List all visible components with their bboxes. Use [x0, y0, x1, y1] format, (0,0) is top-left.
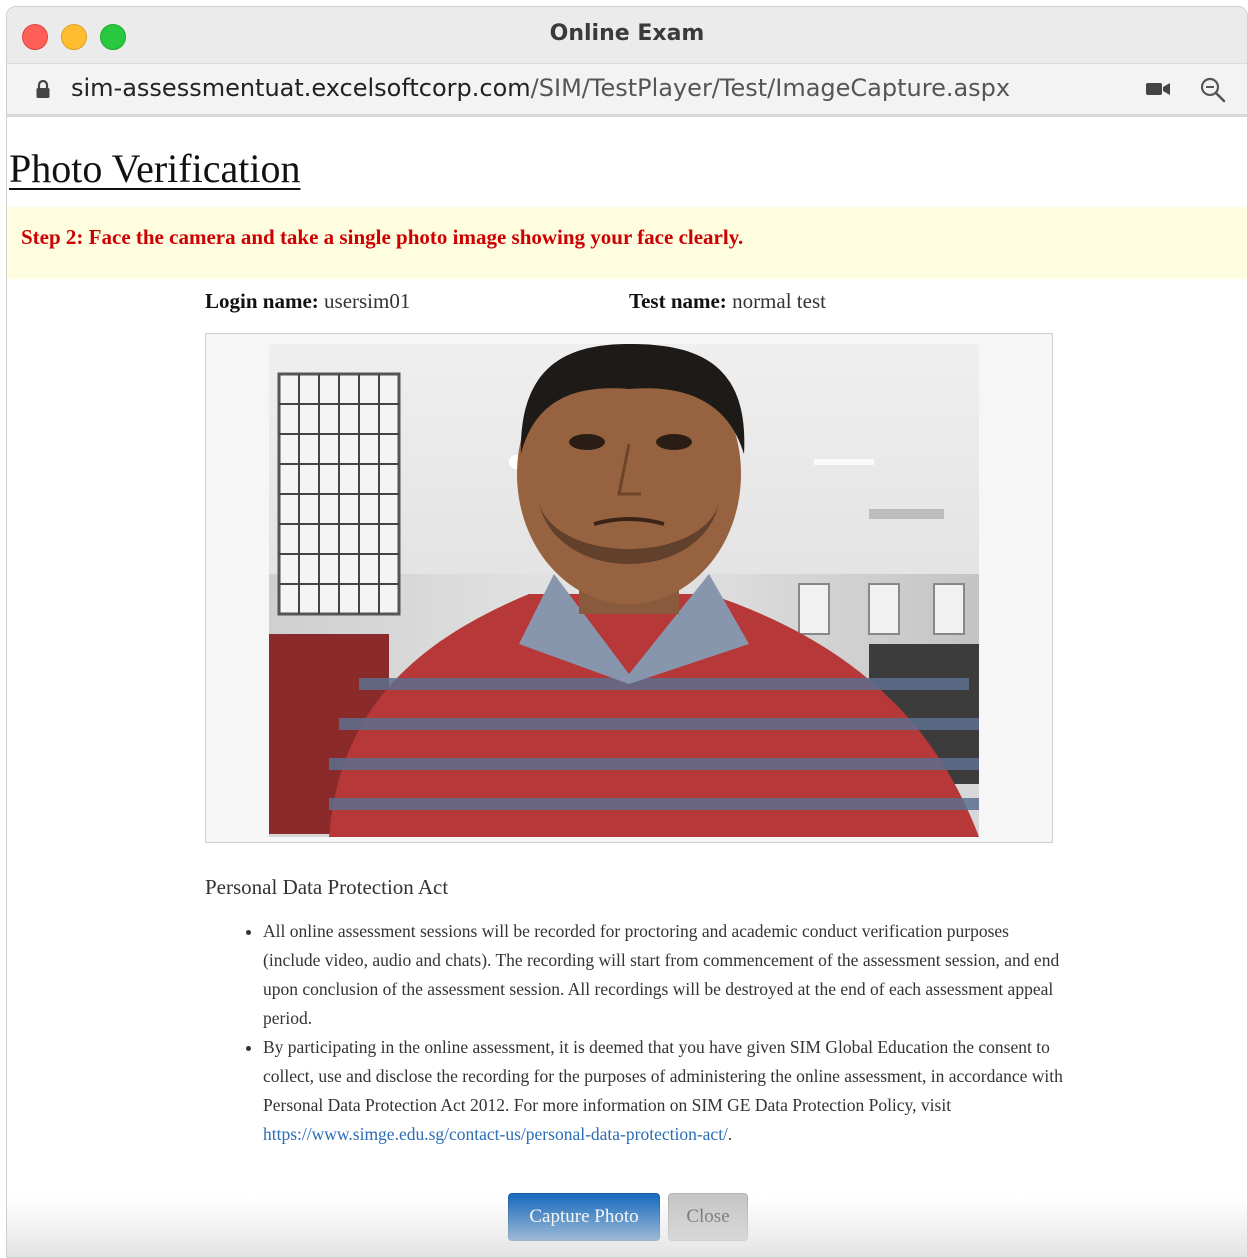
- page-title: Photo Verification: [9, 146, 301, 191]
- login-name: Login name: usersim01: [205, 289, 410, 314]
- url-host: sim-assessmentuat.excelsoftcorp.com: [71, 74, 531, 102]
- close-button[interactable]: Close: [668, 1193, 748, 1241]
- login-label: Login name:: [205, 289, 319, 313]
- video-camera-icon[interactable]: [1145, 80, 1171, 98]
- capture-photo-button[interactable]: Capture Photo: [508, 1193, 660, 1241]
- step-instruction: Step 2: Face the camera and take a singl…: [21, 225, 744, 249]
- lock-icon: [36, 79, 50, 98]
- pdpa-bullet-consent: By participating in the online assessmen…: [263, 1033, 1063, 1149]
- url-path: /SIM/TestPlayer/Test/ImageCapture.aspx: [530, 74, 1011, 102]
- step-banner: Step 2: Face the camera and take a singl…: [7, 207, 1247, 279]
- pdpa-bullet-recording: All online assessment sessions will be r…: [263, 917, 1063, 1033]
- pdpa-bullet-consent-text: By participating in the online assessmen…: [263, 1037, 1063, 1115]
- pdpa-bullet-list: All online assessment sessions will be r…: [239, 917, 1063, 1149]
- test-name: Test name: normal test: [629, 289, 826, 314]
- url-text[interactable]: sim-assessmentuat.excelsoftcorp.com/SIM/…: [71, 74, 1010, 102]
- webcam-preview: [269, 344, 979, 837]
- zoom-icon[interactable]: [1199, 76, 1227, 104]
- address-bar: sim-assessmentuat.excelsoftcorp.com/SIM/…: [7, 64, 1247, 117]
- title-bar: Online Exam: [7, 7, 1247, 64]
- pdpa-title: Personal Data Protection Act: [205, 875, 449, 899]
- test-value: normal test: [732, 289, 826, 313]
- login-value: usersim01: [324, 289, 411, 313]
- browser-window: Online Exam sim-assessmentuat.excelsoftc…: [6, 6, 1248, 1258]
- pdpa-policy-link[interactable]: https://www.simge.edu.sg/contact-us/pers…: [263, 1124, 728, 1144]
- window-title: Online Exam: [549, 21, 705, 46]
- pdpa-bullet-recording-text: All online assessment sessions will be r…: [263, 921, 1060, 1028]
- pdpa-bullet-consent-end: .: [727, 1124, 733, 1144]
- test-label: Test name:: [629, 289, 727, 313]
- camera-frame: [205, 333, 1053, 843]
